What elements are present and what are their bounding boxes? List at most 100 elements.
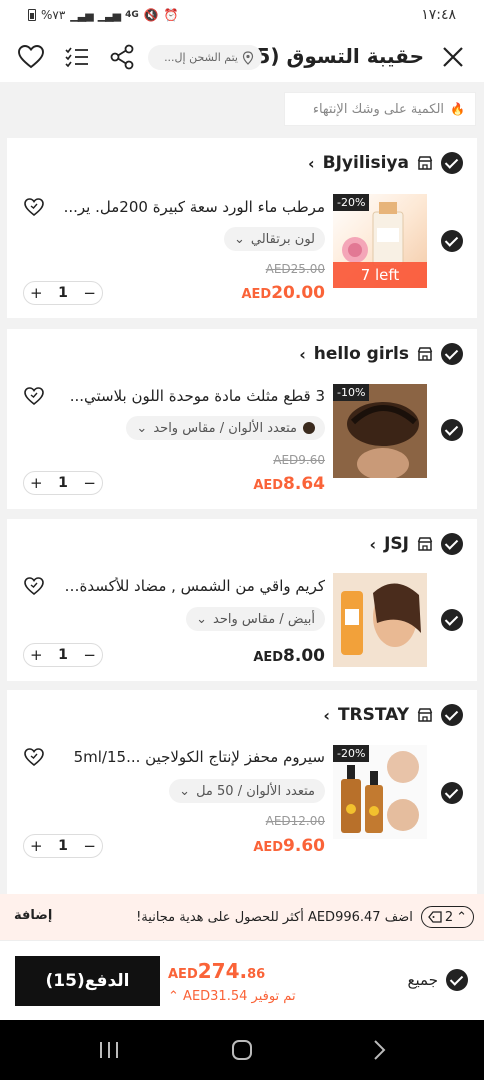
signal-icon-2: ▁▃▅ <box>97 8 121 22</box>
store-icon <box>417 708 433 722</box>
original-price: AED25.00 <box>265 262 325 276</box>
store-icon <box>417 156 433 170</box>
sale-price: AED9.60 <box>253 836 325 856</box>
heart-icon[interactable] <box>16 42 46 72</box>
tag-icon <box>427 911 442 923</box>
quantity-value: 1 <box>58 838 68 854</box>
checklist-icon[interactable] <box>62 42 92 72</box>
select-all[interactable]: جميع <box>408 969 468 991</box>
item-checkbox[interactable] <box>441 782 463 804</box>
add-button[interactable]: إضافة <box>14 908 52 923</box>
variant-selector[interactable]: لون برتقالي ⌄ <box>223 227 325 251</box>
variant-selector[interactable]: متعدد الألوان / 50 مل ⌄ <box>169 779 325 803</box>
minus-button[interactable]: − <box>83 474 96 492</box>
variant-label: لون برتقالي <box>250 231 315 247</box>
variant-label: أبيض / مقاس واحد <box>213 611 315 627</box>
product-image[interactable] <box>333 573 427 667</box>
store-icon <box>417 537 433 551</box>
network-type: 4G <box>125 10 139 20</box>
variant-selector[interactable]: أبيض / مقاس واحد ⌄ <box>186 607 325 631</box>
chevron-icon: ‹ <box>308 153 315 173</box>
checkout-button[interactable]: الدفع(15) <box>15 956 160 1006</box>
item-checkbox[interactable] <box>441 609 463 631</box>
share-icon[interactable] <box>107 42 137 72</box>
header: حقيبة التسوق (15) يتم الشحن إل... <box>0 32 484 82</box>
shipping-text: يتم الشحن إل... <box>164 51 238 64</box>
item-checkbox[interactable] <box>441 230 463 252</box>
sale-price: AED20.00 <box>241 283 325 303</box>
variant-label: متعدد الألوان / مقاس واحد <box>153 420 297 436</box>
gift-count-badge[interactable]: 2 ⌃ <box>420 906 474 928</box>
wishlist-icon[interactable] <box>23 196 45 218</box>
close-icon[interactable] <box>438 42 468 72</box>
chevron-down-icon: ⌄ <box>233 231 245 247</box>
battery-percent: %٧٣ <box>41 8 66 22</box>
stock-left-badge: 7 left <box>333 262 427 288</box>
status-time: ١٧:٤٨ <box>421 7 456 23</box>
battery-icon <box>28 9 36 21</box>
system-nav-bar <box>0 1020 484 1080</box>
sale-price: AED8.00 <box>253 646 325 666</box>
store-card: BJyilisiya ‹ -20% 7 left مرطب ماء الورد … <box>7 138 477 318</box>
product-title[interactable]: كريم واقي من الشمس , مضاد للأكسدة ... <box>63 577 325 595</box>
item-checkbox[interactable] <box>441 419 463 441</box>
plus-button[interactable]: + <box>30 474 43 492</box>
status-left: %٧٣ ▁▃▅ ▁▃▅ 4G 🔇 ⏰ <box>28 8 179 22</box>
minus-button[interactable]: − <box>83 646 96 664</box>
plus-button[interactable]: + <box>30 284 43 302</box>
store-checkbox[interactable] <box>441 152 463 174</box>
discount-badge: -10% <box>333 384 370 401</box>
store-card: TRSTAY ‹ -20% سيروم محفز لإنتاج الكولاجي… <box>7 690 477 894</box>
quantity-value: 1 <box>58 285 68 301</box>
store-checkbox[interactable] <box>441 704 463 726</box>
product-title[interactable]: سيروم محفز لإنتاج الكولاجين ...5ml/15 <box>63 748 325 766</box>
product-image[interactable]: -20% 7 left <box>333 194 427 288</box>
quantity-stepper[interactable]: + 1 − <box>23 281 103 305</box>
chevron-up-icon: ⌃ <box>168 989 179 1004</box>
store-header[interactable]: JSJ ‹ <box>370 533 463 555</box>
store-header[interactable]: hello girls ‹ <box>299 343 463 365</box>
promo-suffix: أكثر للحصول على هدية مجانية! <box>136 909 304 925</box>
chevron-up-icon: ⌃ <box>456 909 467 925</box>
chevron-down-icon: ⌄ <box>136 420 148 436</box>
quantity-stepper[interactable]: + 1 − <box>23 834 103 858</box>
store-icon <box>417 347 433 361</box>
savings-text[interactable]: تم توفير AED31.54 ⌃ <box>168 989 296 1004</box>
promo-amount: AED996.47 <box>307 909 381 925</box>
product-title[interactable]: 3 قطع مثلث مادة موحدة اللون بلاستي... <box>63 387 325 405</box>
plus-button[interactable]: + <box>30 837 43 855</box>
home-icon[interactable] <box>229 1038 255 1062</box>
store-card: JSJ ‹ كريم واقي من الشمس , مضاد للأكسدة … <box>7 519 477 681</box>
wishlist-icon[interactable] <box>23 575 45 597</box>
store-checkbox[interactable] <box>441 533 463 555</box>
select-all-checkbox[interactable] <box>446 969 468 991</box>
select-all-label: جميع <box>407 971 438 989</box>
minus-button[interactable]: − <box>83 284 96 302</box>
store-header[interactable]: TRSTAY ‹ <box>323 704 463 726</box>
wishlist-icon[interactable] <box>23 746 45 768</box>
quantity-stepper[interactable]: + 1 − <box>23 471 103 495</box>
store-header[interactable]: BJyilisiya ‹ <box>308 152 463 174</box>
free-gift-promo[interactable]: 2 ⌃ اضف AED996.47 أكثر للحصول على هدية م… <box>0 894 484 940</box>
minus-button[interactable]: − <box>83 837 96 855</box>
total-price: AED274.86 <box>168 959 266 983</box>
discount-badge: -20% <box>333 745 370 762</box>
shipping-location[interactable]: يتم الشحن إل... <box>148 45 262 70</box>
quantity-stepper[interactable]: + 1 − <box>23 643 103 667</box>
variant-selector[interactable]: متعدد الألوان / مقاس واحد ⌄ <box>126 416 325 440</box>
color-swatch <box>303 422 315 434</box>
plus-button[interactable]: + <box>30 646 43 664</box>
promo-prefix: اضف <box>384 909 413 925</box>
product-image[interactable]: -20% <box>333 745 427 839</box>
chevron-down-icon: ⌄ <box>196 611 208 627</box>
store-checkbox[interactable] <box>441 343 463 365</box>
product-title[interactable]: مرطب ماء الورد سعة كبيرة 200مل. ير... <box>63 198 325 216</box>
recent-apps-icon[interactable] <box>96 1038 122 1062</box>
quantity-value: 1 <box>58 647 68 663</box>
wishlist-icon[interactable] <box>23 385 45 407</box>
back-icon[interactable] <box>366 1038 392 1062</box>
original-price: AED12.00 <box>265 814 325 828</box>
product-image[interactable]: -10% <box>333 384 427 478</box>
discount-badge: -20% <box>333 194 370 211</box>
notice-text: الكمية على وشك الإنتهاء <box>312 101 445 117</box>
